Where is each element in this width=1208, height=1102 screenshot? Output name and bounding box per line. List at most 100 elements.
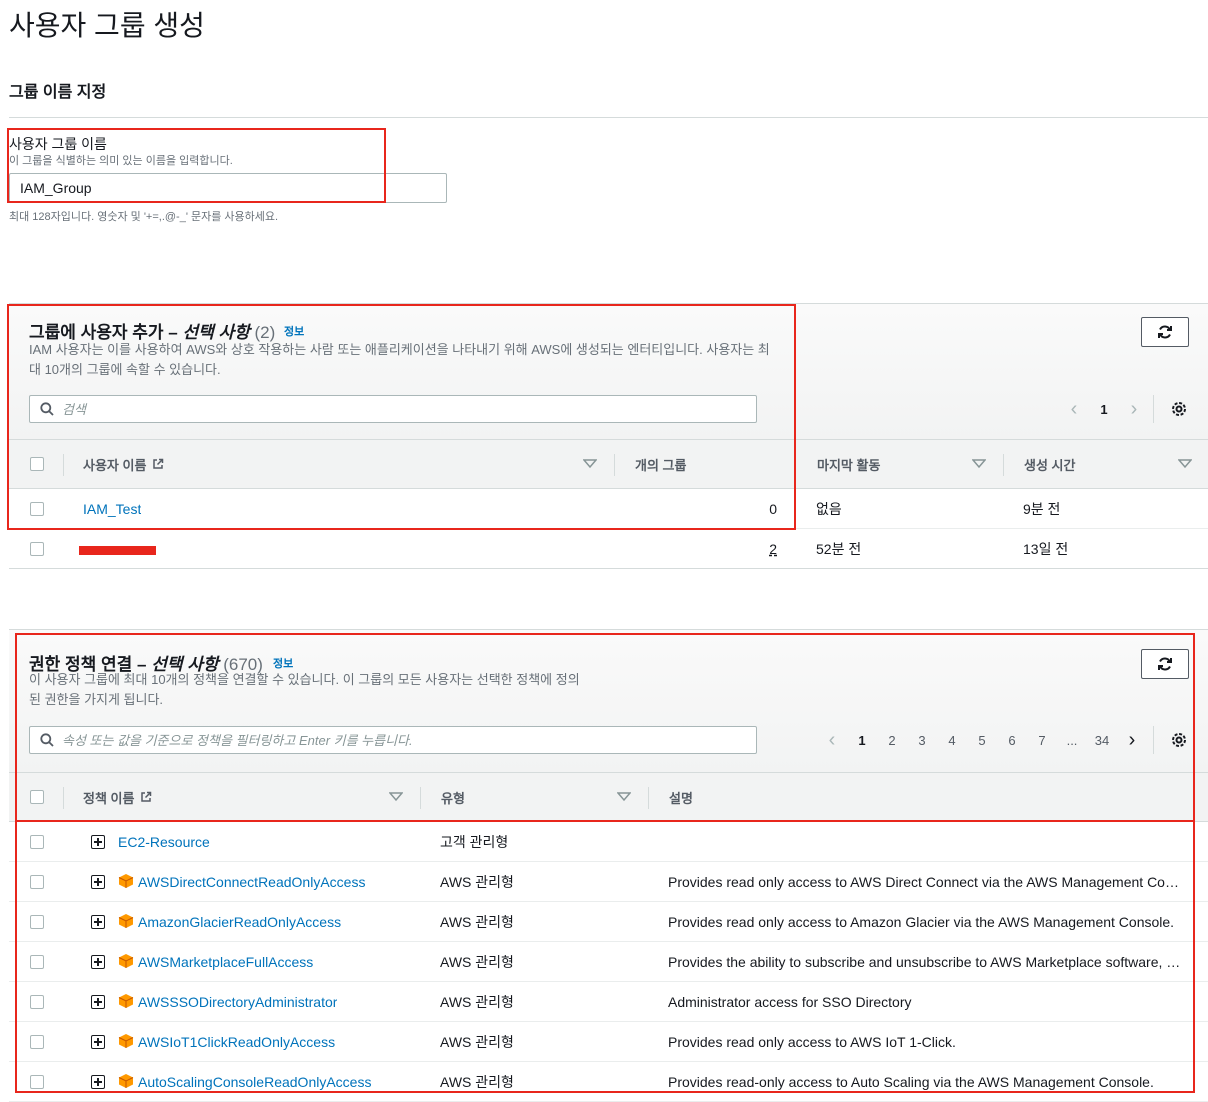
column-type[interactable]: 유형 <box>441 773 465 821</box>
search-icon <box>40 733 54 747</box>
policy-name-link[interactable]: AmazonGlacierReadOnlyAccess <box>138 902 341 942</box>
table-row: EC2-Resource 고객 관리형 <box>9 822 1208 862</box>
policies-table-header: 정책 이름 유형 설명 <box>9 772 1208 822</box>
sort-down-icon[interactable] <box>389 792 403 802</box>
row-checkbox[interactable] <box>30 542 44 556</box>
users-panel: 그룹에 사용자 추가 – 선택 사항 (2) 정보 IAM 사용자는 이를 사용… <box>9 304 1208 570</box>
sort-down-icon[interactable] <box>972 459 986 469</box>
column-last-activity[interactable]: 마지막 활동 <box>817 440 880 488</box>
refresh-icon <box>1158 657 1172 671</box>
policies-refresh-button[interactable] <box>1141 649 1189 679</box>
policies-info-link[interactable]: 정보 <box>273 655 293 671</box>
users-select-all-checkbox[interactable] <box>30 457 44 471</box>
policies-page-4[interactable]: 4 <box>937 733 967 748</box>
aws-managed-cube-icon <box>118 914 134 928</box>
expand-plus-icon[interactable] <box>91 1035 105 1049</box>
policy-description <box>668 822 1188 862</box>
policy-type: AWS 관리형 <box>440 994 514 1010</box>
policies-search-input[interactable] <box>62 732 707 748</box>
row-checkbox[interactable] <box>30 995 44 1009</box>
policy-type: AWS 관리형 <box>440 914 514 930</box>
policy-type: 고객 관리형 <box>440 834 509 850</box>
group-name-input[interactable] <box>9 173 447 203</box>
column-created[interactable]: 생성 시간 <box>1024 440 1075 488</box>
column-description[interactable]: 설명 <box>669 773 693 821</box>
policies-page-7[interactable]: 7 <box>1027 733 1057 748</box>
policies-page-3[interactable]: 3 <box>907 733 937 748</box>
table-row: AWSSSODirectoryAdministrator AWS 관리형 Adm… <box>9 982 1208 1022</box>
users-page-1[interactable]: 1 <box>1089 402 1119 417</box>
user-created: 9분 전 <box>1023 501 1061 517</box>
column-policy-name[interactable]: 정책 이름 <box>83 773 152 821</box>
policy-type: AWS 관리형 <box>440 874 514 890</box>
user-name-link[interactable]: IAM_Test <box>83 489 141 529</box>
policies-panel-description: 이 사용자 그룹에 최대 10개의 정책을 연결할 수 있습니다. 이 그룹의 … <box>29 670 629 710</box>
redaction-mark <box>79 546 156 555</box>
section-divider <box>9 117 1208 118</box>
policy-type: AWS 관리형 <box>440 954 514 970</box>
users-search-input[interactable] <box>62 401 707 417</box>
policies-page-5[interactable]: 5 <box>967 733 997 748</box>
policy-description: Provides read only access to Amazon Glac… <box>668 914 1175 930</box>
expand-plus-icon[interactable] <box>91 995 105 1009</box>
policy-type: AWS 관리형 <box>440 1074 514 1090</box>
expand-plus-icon[interactable] <box>91 955 105 969</box>
column-separator <box>1003 454 1004 476</box>
group-name-label: 사용자 그룹 이름 <box>9 136 107 152</box>
expand-plus-icon[interactable] <box>91 835 105 849</box>
aws-managed-cube-icon <box>118 874 134 888</box>
group-name-description: 이 그룹을 식별하는 의미 있는 이름을 입력합니다. <box>9 155 233 167</box>
row-checkbox[interactable] <box>30 1075 44 1089</box>
row-checkbox[interactable] <box>30 502 44 516</box>
users-search-box[interactable] <box>29 395 757 423</box>
expand-plus-icon[interactable] <box>91 915 105 929</box>
aws-managed-cube-icon <box>118 994 134 1008</box>
table-row: AWSDirectConnectReadOnlyAccess AWS 관리형 P… <box>9 862 1208 902</box>
users-refresh-button[interactable] <box>1141 317 1189 347</box>
chevron-left-icon[interactable]: ‹ <box>1059 398 1089 421</box>
row-checkbox[interactable] <box>30 915 44 929</box>
chevron-right-icon[interactable]: › <box>1119 398 1149 421</box>
table-row: AWSIoT1ClickReadOnlyAccess AWS 관리형 Provi… <box>9 1022 1208 1062</box>
policies-select-all-checkbox[interactable] <box>30 790 44 804</box>
column-separator <box>420 787 421 809</box>
policy-name-link[interactable]: EC2-Resource <box>118 822 210 862</box>
policy-name-link[interactable]: AWSIoT1ClickReadOnlyAccess <box>138 1022 335 1062</box>
user-group-count[interactable]: 2 <box>709 529 777 569</box>
table-row: AutoScalingConsoleReadOnlyAccess AWS 관리형… <box>9 1062 1208 1102</box>
column-user-name[interactable]: 사용자 이름 <box>83 440 164 488</box>
sort-down-icon[interactable] <box>1178 459 1192 469</box>
expand-plus-icon[interactable] <box>91 1075 105 1089</box>
policy-name-link[interactable]: AutoScalingConsoleReadOnlyAccess <box>138 1062 371 1102</box>
policies-page-1[interactable]: 1 <box>847 733 877 748</box>
users-pagination: ‹ 1 › <box>1059 398 1149 421</box>
policy-name-link[interactable]: AWSMarketplaceFullAccess <box>138 942 313 982</box>
column-groups[interactable]: 개의 그룹 <box>635 440 686 488</box>
user-created: 13일 전 <box>1023 541 1069 557</box>
sort-down-icon[interactable] <box>583 459 597 469</box>
chevron-right-icon[interactable]: › <box>1117 729 1147 752</box>
users-info-link[interactable]: 정보 <box>284 323 304 339</box>
row-checkbox[interactable] <box>30 1035 44 1049</box>
policies-page-2[interactable]: 2 <box>877 733 907 748</box>
expand-plus-icon[interactable] <box>91 875 105 889</box>
row-checkbox[interactable] <box>30 955 44 969</box>
column-separator <box>63 787 64 809</box>
policies-page-34[interactable]: 34 <box>1087 733 1117 748</box>
gear-icon[interactable] <box>1170 731 1188 749</box>
external-link-icon <box>141 791 152 802</box>
external-link-icon <box>153 458 164 469</box>
sort-down-icon[interactable] <box>617 792 631 802</box>
row-checkbox[interactable] <box>30 835 44 849</box>
policy-description: Provides read only access to AWS IoT 1-C… <box>668 1034 956 1050</box>
policies-desc-line2: 된 권한을 가지게 됩니다. <box>29 692 164 707</box>
gear-icon[interactable] <box>1170 400 1188 418</box>
chevron-left-icon[interactable]: ‹ <box>817 729 847 752</box>
policy-name-link[interactable]: AWSSSODirectoryAdministrator <box>138 982 337 1022</box>
policies-search-box[interactable] <box>29 726 757 754</box>
user-last-activity: 없음 <box>816 501 842 517</box>
row-checkbox[interactable] <box>30 875 44 889</box>
policy-name-link[interactable]: AWSDirectConnectReadOnlyAccess <box>138 862 365 902</box>
users-desc-line2: 대 10개의 그룹에 속할 수 있습니다. <box>29 362 221 377</box>
policies-page-6[interactable]: 6 <box>997 733 1027 748</box>
